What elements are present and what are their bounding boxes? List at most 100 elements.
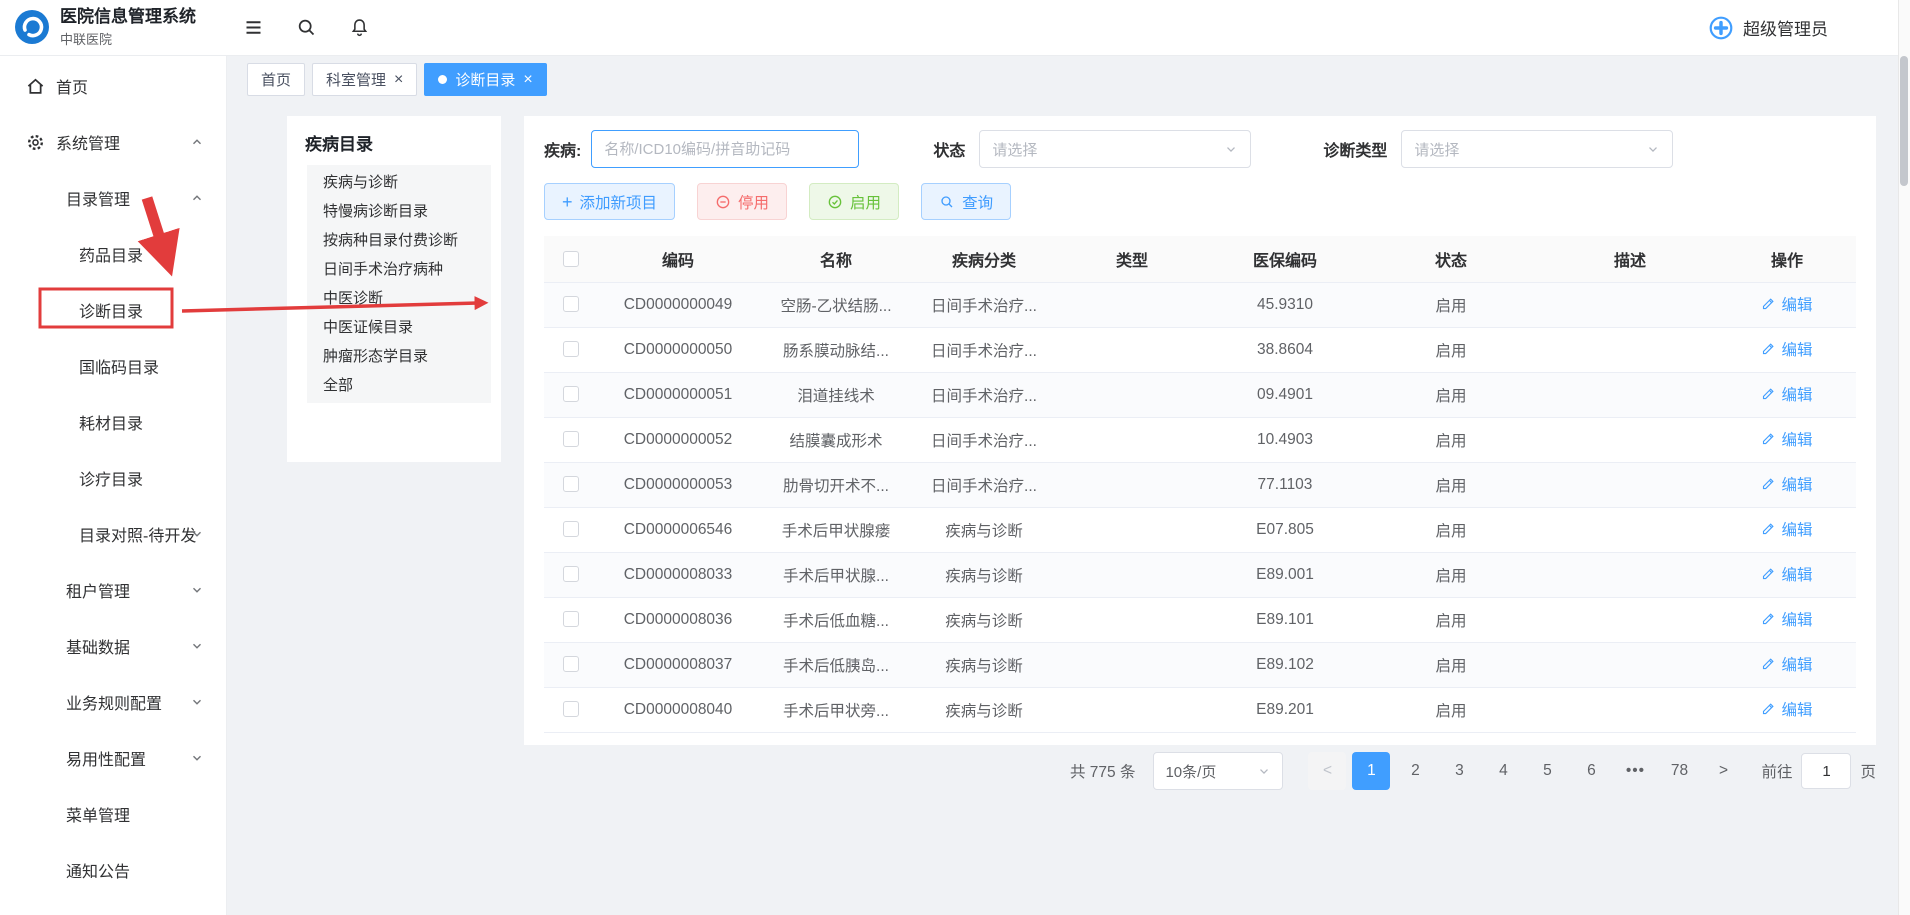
next-page-button[interactable]: >: [1704, 752, 1742, 790]
chevron-down-icon: [1224, 142, 1238, 156]
edit-button[interactable]: 编辑: [1761, 293, 1812, 315]
bell-icon[interactable]: [349, 17, 370, 38]
row-checkbox[interactable]: [563, 296, 579, 312]
close-icon[interactable]: ×: [523, 72, 532, 88]
sidebar-item-business-rules[interactable]: 业务规则配置: [0, 674, 226, 730]
hamburger-icon[interactable]: [243, 17, 264, 38]
edit-button[interactable]: 编辑: [1761, 653, 1812, 675]
cell-code: CD0000006546: [598, 507, 758, 552]
page-unit-label: 页: [1860, 760, 1876, 782]
cell-type: [1054, 507, 1210, 552]
app-subtitle: 中联医院: [60, 29, 196, 48]
cell-code: CD0000000051: [598, 372, 758, 417]
page-size-select[interactable]: 10条/页: [1153, 752, 1283, 790]
sidebar-item-notice[interactable]: 通知公告: [0, 842, 226, 898]
chevron-up-icon: [190, 135, 204, 149]
sidebar-item-national-code-catalog[interactable]: 国临码目录: [0, 338, 226, 394]
sidebar-item-home[interactable]: 首页: [0, 58, 226, 114]
sidebar-item-system-management[interactable]: 系统管理: [0, 114, 226, 170]
cell-insurance-code: 77.1103: [1210, 462, 1360, 507]
brand: 医院信息管理系统 中联医院: [0, 7, 227, 48]
sidebar: 首页 系统管理 目录管理 药品目录 诊断目录 国临码目录 耗材目录 诊疗目录 目…: [0, 56, 227, 915]
sidebar-item-usability-config[interactable]: 易用性配置: [0, 730, 226, 786]
row-checkbox[interactable]: [563, 341, 579, 357]
edit-button[interactable]: 编辑: [1761, 428, 1812, 450]
cell-category: 日间手术治疗...: [914, 327, 1054, 372]
sidebar-item-treatment-catalog[interactable]: 诊疗目录: [0, 450, 226, 506]
row-checkbox[interactable]: [563, 386, 579, 402]
catalog-item[interactable]: 中医证候目录: [307, 313, 491, 342]
disable-button[interactable]: 停用: [697, 183, 787, 220]
edit-icon: [1761, 476, 1776, 491]
enable-button[interactable]: 启用: [809, 183, 899, 220]
search-icon[interactable]: [296, 17, 317, 38]
edit-button[interactable]: 编辑: [1761, 608, 1812, 630]
cell-insurance-code: 45.9310: [1210, 282, 1360, 327]
edit-button[interactable]: 编辑: [1761, 698, 1812, 720]
catalog-item[interactable]: 疾病与诊断: [307, 168, 491, 197]
query-button[interactable]: 查询: [921, 183, 1011, 220]
tab-department-management[interactable]: 科室管理 ×: [312, 63, 417, 96]
tab-diagnosis-catalog[interactable]: 诊断目录 ×: [424, 63, 546, 96]
cell-description: [1542, 642, 1718, 687]
sidebar-item-label: 易用性配置: [66, 746, 146, 770]
sidebar-item-label: 菜单管理: [66, 802, 130, 826]
page-button-6[interactable]: 6: [1572, 752, 1610, 790]
sidebar-item-catalog-mapping[interactable]: 目录对照-待开发: [0, 506, 226, 562]
page-button-3[interactable]: 3: [1440, 752, 1478, 790]
close-icon[interactable]: ×: [394, 72, 403, 88]
select-all-checkbox[interactable]: [563, 251, 579, 267]
cell-name: 空肠-乙状结肠...: [758, 282, 914, 327]
edit-icon: [1761, 341, 1776, 356]
cell-category: 疾病与诊断: [914, 687, 1054, 732]
page-button-1[interactable]: 1: [1352, 752, 1390, 790]
user-menu[interactable]: 超级管理员: [1708, 15, 1828, 41]
page-button-5[interactable]: 5: [1528, 752, 1566, 790]
add-item-button[interactable]: + 添加新项目: [544, 183, 675, 220]
diagnosis-type-select[interactable]: 请选择: [1401, 130, 1673, 168]
row-checkbox[interactable]: [563, 611, 579, 627]
edit-button[interactable]: 编辑: [1761, 518, 1812, 540]
catalog-item[interactable]: 肿瘤形态学目录: [307, 342, 491, 371]
cell-insurance-code: 10.4903: [1210, 417, 1360, 462]
row-checkbox[interactable]: [563, 431, 579, 447]
edit-icon: [1761, 521, 1776, 536]
page-button-78[interactable]: 78: [1660, 752, 1698, 790]
scrollbar-thumb[interactable]: [1900, 56, 1908, 186]
chevron-down-icon: [1646, 142, 1660, 156]
catalog-item[interactable]: 全部: [307, 371, 491, 400]
sidebar-item-diagnosis-catalog[interactable]: 诊断目录: [0, 282, 226, 338]
cell-category: 疾病与诊断: [914, 552, 1054, 597]
goto-page-input[interactable]: [1801, 753, 1851, 789]
sidebar-item-label: 国临码目录: [79, 354, 159, 378]
edit-icon: [1761, 611, 1776, 626]
catalog-item[interactable]: 按病种目录付费诊断: [307, 226, 491, 255]
sidebar-item-catalog-management[interactable]: 目录管理: [0, 170, 226, 226]
more-pages-button[interactable]: •••: [1616, 752, 1654, 790]
catalog-item[interactable]: 特慢病诊断目录: [307, 197, 491, 226]
edit-button[interactable]: 编辑: [1761, 383, 1812, 405]
row-checkbox[interactable]: [563, 566, 579, 582]
edit-button[interactable]: 编辑: [1761, 473, 1812, 495]
sidebar-item-menu-management[interactable]: 菜单管理: [0, 786, 226, 842]
catalog-item[interactable]: 日间手术治疗病种: [307, 255, 491, 284]
row-checkbox[interactable]: [563, 521, 579, 537]
sidebar-item-drug-catalog[interactable]: 药品目录: [0, 226, 226, 282]
sidebar-item-basic-data[interactable]: 基础数据: [0, 618, 226, 674]
status-select[interactable]: 请选择: [979, 130, 1251, 168]
row-checkbox[interactable]: [563, 656, 579, 672]
sidebar-item-label: 药品目录: [79, 242, 143, 266]
prev-page-button[interactable]: <: [1308, 752, 1346, 790]
sidebar-item-label: 基础数据: [66, 634, 130, 658]
page-button-2[interactable]: 2: [1396, 752, 1434, 790]
tab-home[interactable]: 首页: [247, 63, 305, 96]
edit-button[interactable]: 编辑: [1761, 563, 1812, 585]
row-checkbox[interactable]: [563, 476, 579, 492]
sidebar-item-tenant-management[interactable]: 租户管理: [0, 562, 226, 618]
page-button-4[interactable]: 4: [1484, 752, 1522, 790]
catalog-item[interactable]: 中医诊断: [307, 284, 491, 313]
disease-search-input[interactable]: [591, 130, 859, 168]
sidebar-item-consumables-catalog[interactable]: 耗材目录: [0, 394, 226, 450]
row-checkbox[interactable]: [563, 701, 579, 717]
edit-button[interactable]: 编辑: [1761, 338, 1812, 360]
